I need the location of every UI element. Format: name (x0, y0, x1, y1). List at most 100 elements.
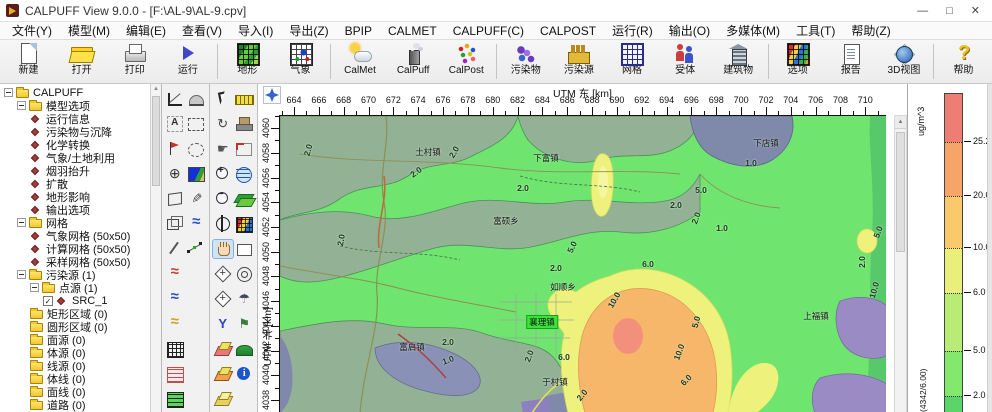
polygon-tool-icon[interactable] (165, 190, 185, 208)
expand-all-tool-icon[interactable] (213, 290, 233, 308)
zoom-out-tool-icon[interactable] (213, 190, 233, 208)
info-tool-icon[interactable] (234, 365, 254, 383)
slope-tool-icon[interactable] (165, 90, 185, 108)
tree-expander-icon[interactable] (17, 218, 26, 227)
grid-green-tool-icon[interactable] (165, 390, 185, 408)
polyline-blue-tool-icon[interactable] (165, 290, 185, 308)
polyline-red-tool-icon[interactable] (165, 265, 185, 283)
zoom-window-tool-icon[interactable] (234, 140, 254, 158)
concentration-plot[interactable] (279, 115, 886, 412)
menu-item[interactable]: 编辑(E) (118, 22, 174, 39)
cube-tool-icon[interactable] (165, 215, 185, 233)
tree-item-point-sources[interactable]: 点源 (1) (0, 281, 150, 294)
minimize-button[interactable]: — (917, 1, 928, 21)
select-rect-tool-icon[interactable] (234, 240, 254, 258)
buildings-button[interactable]: 建筑物 (712, 41, 765, 82)
tree-expander-icon[interactable] (17, 101, 26, 110)
toolbar-separator[interactable] (214, 41, 220, 82)
tree-expander-icon[interactable] (4, 88, 13, 97)
tree-item[interactable]: 烟羽抬升 (0, 164, 150, 177)
print-button[interactable]: 打印 (108, 41, 161, 82)
menu-item[interactable]: 帮助(Z) (843, 22, 898, 39)
rings-tool-icon[interactable] (234, 265, 254, 283)
stamp-tool-icon[interactable] (234, 115, 254, 133)
pointing-hand-tool-icon[interactable] (213, 140, 233, 158)
terrain-button[interactable]: 地形 (221, 41, 274, 82)
tree-checkbox[interactable] (43, 296, 53, 306)
menu-item[interactable]: 导入(I) (230, 22, 281, 39)
close-button[interactable]: ✕ (971, 1, 980, 21)
line-tool-icon[interactable] (165, 240, 185, 258)
run-button[interactable]: 运行 (161, 41, 214, 82)
legend-scrollbar[interactable] (987, 84, 992, 412)
help-button[interactable]: 帮助 (937, 41, 990, 82)
grid-black-tool-icon[interactable] (165, 340, 185, 358)
sources-button[interactable]: 污染源 (552, 41, 605, 82)
tree-item[interactable]: 道路 (0) (0, 398, 150, 411)
pencil-tool-icon[interactable] (186, 190, 206, 208)
zoom-in-tool-icon[interactable] (213, 165, 233, 183)
globe-tool-icon[interactable] (234, 165, 254, 183)
cursor-tool-icon[interactable] (213, 90, 233, 108)
menu-item[interactable]: 多媒体(M) (718, 22, 788, 39)
hill-tool-icon[interactable] (234, 340, 254, 358)
pan-hand-tool-icon[interactable] (213, 240, 233, 258)
tree-expander-icon[interactable] (30, 283, 39, 292)
eraser-yellow-tool-icon[interactable] (213, 390, 233, 408)
view3d-button[interactable]: 3D视图 (877, 41, 930, 82)
calpost-button[interactable]: CalPost (440, 41, 493, 82)
text-label-tool-icon[interactable] (165, 115, 185, 133)
open-button[interactable]: 打开 (55, 41, 108, 82)
polyline-yellow-tool-icon[interactable] (165, 315, 185, 333)
dome-tool-icon[interactable] (186, 90, 206, 108)
y-node-tool-icon[interactable] (213, 315, 233, 333)
menu-item[interactable]: 模型(M) (60, 22, 118, 39)
menu-item[interactable]: CALMET (380, 24, 445, 38)
tree-expander-icon[interactable] (17, 270, 26, 279)
maximize-button[interactable]: □ (946, 1, 953, 21)
layers-tool-icon[interactable] (234, 190, 254, 208)
scrollbar-thumb[interactable] (896, 132, 905, 252)
menu-item[interactable]: CALPUFF(C) (445, 24, 532, 38)
eraser-red-tool-icon[interactable] (213, 340, 233, 358)
toolbar-separator[interactable] (493, 41, 499, 82)
calpuff-button[interactable]: CalPuff (387, 41, 440, 82)
toolbar-separator[interactable] (765, 41, 771, 82)
bitmap-tool-icon[interactable] (234, 215, 254, 233)
ruler-tool-icon[interactable] (234, 90, 254, 108)
pollutants-button[interactable]: 污染物 (499, 41, 552, 82)
flag-tool-icon[interactable] (165, 140, 185, 158)
node-tool-icon[interactable] (186, 240, 206, 258)
menu-item[interactable]: 文件(Y) (4, 22, 60, 39)
menu-item[interactable]: BPIP (337, 24, 380, 38)
menu-item[interactable]: 工具(T) (788, 22, 843, 39)
report-button[interactable]: 报告 (824, 41, 877, 82)
receptors-button[interactable]: 受体 (659, 41, 712, 82)
menu-item[interactable]: 输出(O) (661, 22, 718, 39)
options-button[interactable]: 选项 (771, 41, 824, 82)
toolbar-separator[interactable] (327, 41, 333, 82)
calmet-button[interactable]: CalMet (333, 41, 386, 82)
map-scrollbar[interactable]: ▲ (894, 115, 907, 412)
scrollbar-up-icon[interactable]: ▲ (895, 116, 906, 129)
menu-item[interactable]: CALPOST (532, 24, 604, 38)
scrollbar-thumb[interactable] (152, 96, 160, 186)
umbrella-tool-icon[interactable] (234, 290, 254, 308)
scrollbar-up-icon[interactable]: ▲ (151, 84, 161, 95)
dashed-ellipse-tool-icon[interactable] (186, 140, 206, 158)
meteorology-button[interactable]: 气象 (274, 41, 327, 82)
grid-red-tool-icon[interactable] (165, 365, 185, 383)
menu-item[interactable]: 导出(Z) (281, 22, 336, 39)
grid-button[interactable]: 网格 (605, 41, 658, 82)
rotate-tool-icon[interactable] (213, 115, 233, 133)
menu-item[interactable]: 运行(R) (604, 22, 661, 39)
flag-color-tool-icon[interactable] (234, 315, 254, 333)
eraser-orange-tool-icon[interactable] (213, 365, 233, 383)
map-view[interactable]: UTM 东 [km] UTM 北 [km] 664666668670672674… (258, 84, 907, 412)
circle-plus-tool-icon[interactable] (165, 165, 185, 183)
dashed-rect-tool-icon[interactable] (186, 115, 206, 133)
wind-field-tool-icon[interactable] (186, 215, 206, 233)
expand-tool-icon[interactable] (213, 265, 233, 283)
terrain-image-tool-icon[interactable] (186, 165, 206, 183)
toolbar-separator[interactable] (930, 41, 936, 82)
